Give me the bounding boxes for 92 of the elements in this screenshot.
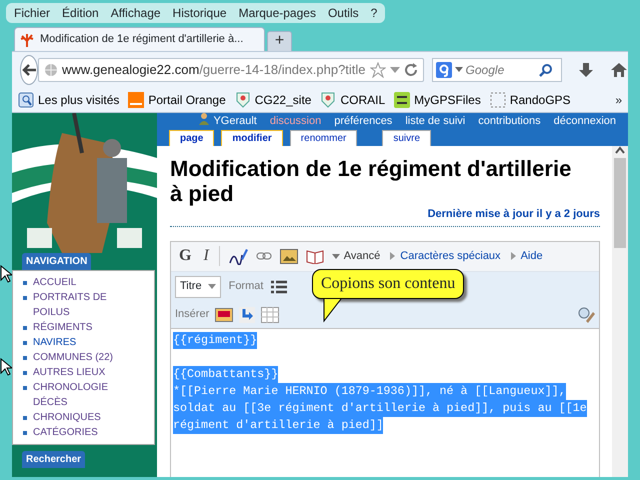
signature-icon[interactable]: [228, 247, 248, 265]
bookmark[interactable]: Les plus visités: [18, 90, 120, 108]
section-toggle[interactable]: Caractères spéciaux: [388, 248, 501, 264]
page-tab[interactable]: suivre: [382, 130, 432, 146]
nav-link[interactable]: NAVIRES: [33, 335, 76, 350]
dropdown-icon[interactable]: [390, 66, 400, 74]
menu-item[interactable]: Affichage: [110, 4, 161, 22]
format-label: Format: [228, 279, 264, 294]
bookmark[interactable]: CG22_site: [234, 90, 312, 108]
download-icon[interactable]: [578, 62, 594, 78]
caret-down-icon: [332, 252, 340, 260]
scrollbar-thumb[interactable]: [614, 158, 626, 248]
page-tab[interactable]: modifier: [221, 130, 283, 146]
nav-link[interactable]: COMMUNES (22): [33, 350, 114, 365]
section-title: Rechercher: [22, 451, 86, 468]
book-icon[interactable]: [306, 248, 324, 264]
url-text: www.genealogie22.com/guerre-14-18/index.php?title: [62, 60, 366, 79]
link-icon[interactable]: [256, 251, 272, 261]
nav-link[interactable]: CHRONIQUES: [33, 410, 101, 425]
last-update-link[interactable]: Dernière mise à jour il y a 2 jours: [428, 206, 600, 222]
coral-icon: [19, 32, 35, 48]
header-link[interactable]: liste de suivi: [405, 113, 466, 130]
address-bar[interactable]: www.genealogie22.com/guerre-14-18/index.php?title: [38, 58, 424, 82]
caret-right-icon: [508, 252, 517, 260]
bullet-icon: [23, 431, 27, 435]
bookmarks-overflow-button[interactable]: »: [615, 90, 622, 108]
back-arrow-icon: [21, 62, 37, 76]
bookmark[interactable]: MyGPSFiles: [394, 90, 481, 108]
bullet-icon: [23, 416, 27, 420]
menu-item[interactable]: Historique: [172, 4, 227, 22]
caret-down-icon: [208, 284, 216, 290]
star-icon[interactable]: [370, 62, 386, 78]
reload-icon[interactable]: [404, 62, 418, 76]
menu-item[interactable]: Édition: [62, 4, 99, 22]
header-link[interactable]: déconnexion: [554, 113, 616, 130]
user-link[interactable]: YGerault: [199, 113, 257, 130]
page-tab[interactable]: page: [169, 130, 214, 146]
header-link[interactable]: contributions: [478, 113, 541, 130]
bullet-icon: [23, 386, 27, 390]
nav-link[interactable]: CATÉGORIES: [33, 425, 98, 440]
search-box[interactable]: Google: [432, 58, 562, 82]
globe-icon: [44, 62, 58, 76]
dropdown-icon[interactable]: [454, 66, 463, 72]
section-title: NAVIGATION: [22, 253, 92, 270]
nav-link[interactable]: CHRONOLOGIE DÉCÈS: [33, 380, 138, 410]
bookmark[interactable]: CORAIL: [320, 90, 386, 108]
section-toggle[interactable]: Avancé: [332, 248, 380, 264]
heading-select[interactable]: Titre: [175, 276, 221, 298]
back-button[interactable]: [20, 54, 38, 84]
bold-button[interactable]: G: [177, 244, 194, 268]
scrollbar[interactable]: [612, 146, 628, 477]
menu-item[interactable]: Marque-pages: [238, 4, 316, 22]
history-icon: [18, 92, 34, 108]
menu-item[interactable]: Outils: [328, 4, 359, 22]
gallery-icon[interactable]: [215, 308, 234, 322]
scroll-up-icon[interactable]: [615, 146, 625, 154]
bullet-icon: [23, 371, 27, 375]
new-tab-button[interactable]: +: [267, 31, 292, 51]
search-replace-icon[interactable]: [577, 306, 595, 324]
bullet-icon: [23, 356, 27, 360]
search-icon[interactable]: [538, 62, 553, 76]
header-link[interactable]: préférences: [334, 113, 392, 130]
nav-link[interactable]: ACCUEIL: [33, 275, 76, 290]
caret-right-icon: [388, 252, 396, 260]
page-tab[interactable]: renommer: [290, 130, 358, 146]
bullet-icon: [23, 281, 27, 285]
bullet-icon: [23, 326, 27, 330]
user-icon: [199, 113, 210, 125]
section-toggle[interactable]: Aide: [508, 248, 593, 264]
bookmark[interactable]: RandoGPS: [490, 90, 571, 108]
crest-icon: [234, 92, 251, 108]
nav-link[interactable]: RÉGIMENTS: [33, 320, 92, 335]
table-icon[interactable]: [261, 306, 280, 322]
crest-icon: [320, 92, 336, 108]
browser-tab[interactable]: Modification de 1e régiment d'artillerie à...: [14, 27, 265, 51]
bullet-list-icon[interactable]: [271, 280, 288, 294]
gps-icon: [394, 92, 410, 108]
home-icon[interactable]: [610, 62, 628, 78]
page-title: Modification de 1e régiment d'artillerie à pied: [170, 156, 572, 206]
search-engine-icon: [436, 62, 452, 78]
bookmark[interactable]: Portail Orange: [128, 90, 226, 108]
bullet-icon: [23, 341, 27, 345]
picture-icon[interactable]: [280, 248, 298, 264]
menu-item[interactable]: Fichier: [14, 4, 50, 22]
insert-label: Insérer: [175, 307, 210, 322]
italic-button[interactable]: I: [201, 244, 211, 268]
brand-square-icon: [128, 92, 144, 108]
menu-item[interactable]: ?: [370, 4, 378, 22]
blank-page-icon: [490, 92, 506, 108]
nav-link[interactable]: AUTRES LIEUX: [33, 365, 106, 380]
bullet-icon: [23, 296, 27, 300]
nav-link[interactable]: PORTRAITS DE POILUS: [33, 290, 138, 320]
